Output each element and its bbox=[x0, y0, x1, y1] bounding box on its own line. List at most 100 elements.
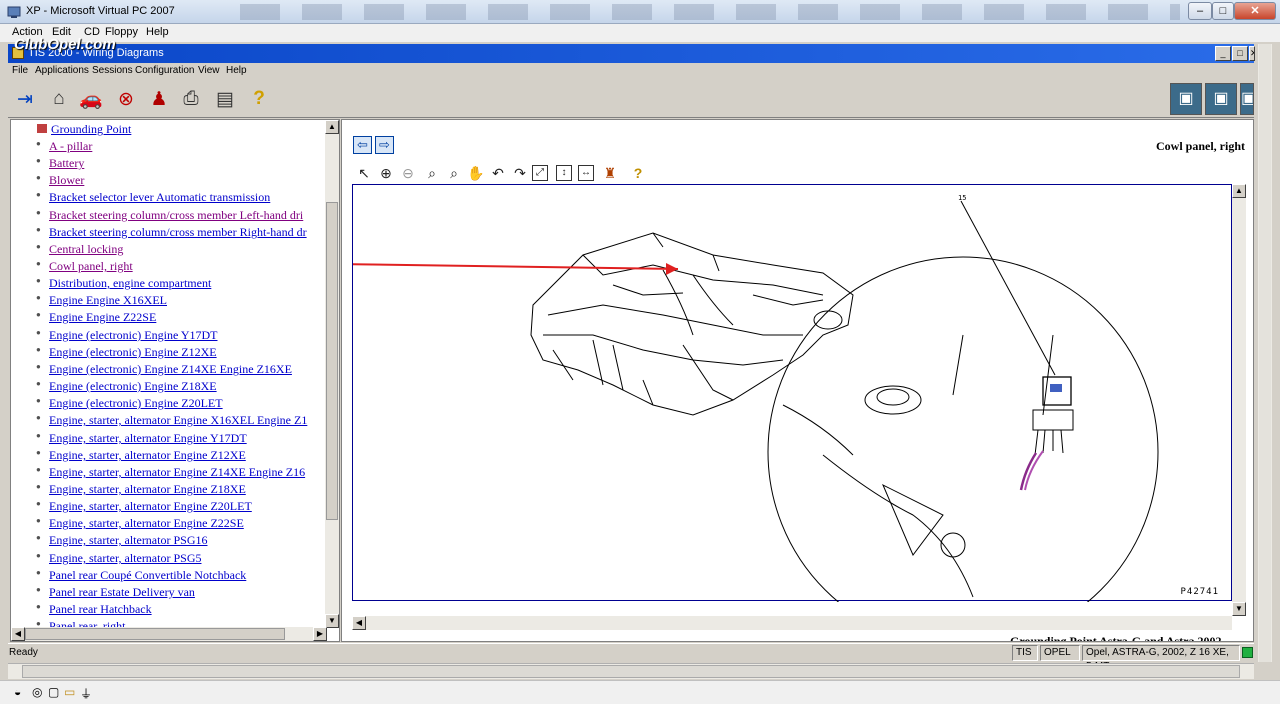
callout-number: 15 bbox=[958, 194, 967, 202]
tis-close-button[interactable]: ✕ bbox=[1249, 46, 1255, 61]
pan-icon[interactable]: ✋ bbox=[466, 163, 486, 183]
host-taskbar-ghost bbox=[240, 4, 1180, 20]
tree-scroll-thumb[interactable] bbox=[326, 202, 338, 520]
document-title: Cowl panel, right bbox=[1155, 139, 1245, 153]
navigation-tree: Grounding Point A - pillar Battery Blowe… bbox=[10, 119, 340, 642]
tis-menubar: File Applications Sessions Configuration… bbox=[8, 63, 1254, 80]
scroll-left-icon[interactable]: ◀ bbox=[11, 627, 25, 641]
vpc-vertical-scrollbar[interactable] bbox=[1258, 44, 1272, 662]
zoom-out-icon[interactable]: ⊖ bbox=[398, 163, 418, 183]
tree-item[interactable]: Central locking bbox=[36, 242, 123, 257]
service-app-icon[interactable]: ▣ bbox=[1240, 83, 1254, 115]
tree-item[interactable]: Engine (electronic) Engine Z18XE bbox=[36, 379, 217, 394]
help-icon[interactable]: ? bbox=[628, 163, 648, 183]
disk-icon: ◒ bbox=[14, 685, 22, 699]
drawing-reference: P42741 bbox=[1180, 587, 1219, 597]
watermark: ClubOpel.com bbox=[14, 36, 116, 53]
tree-item[interactable]: Engine, starter, alternator Engine Z20LE… bbox=[36, 499, 252, 514]
vpc-vscroll-track[interactable] bbox=[1259, 44, 1271, 662]
fit-page-icon[interactable]: ⤢ bbox=[532, 165, 548, 181]
maximize-button[interactable]: □ bbox=[1212, 2, 1234, 20]
home-icon[interactable]: ⌂ bbox=[46, 86, 72, 112]
menu-sessions[interactable]: Sessions bbox=[92, 65, 133, 76]
vpc-menubar: Action Edit CD Floppy Help bbox=[0, 24, 1280, 42]
tree-item[interactable]: Bracket steering column/cross member Rig… bbox=[36, 225, 307, 240]
tree-item[interactable]: Engine, starter, alternator Engine Z14XE… bbox=[36, 465, 305, 480]
diagram-viewer: ⇦ ⇨ Cowl panel, right ↖ ⊕ ⊖ ⌕ ⌕ ✋ ↶ ↷ ⤢ … bbox=[341, 119, 1254, 642]
vehicle-selection-icon[interactable]: 🚗 bbox=[78, 86, 104, 112]
rotate-right-icon[interactable]: ↷ bbox=[510, 163, 530, 183]
vpc-menu-help[interactable]: Help bbox=[146, 26, 169, 38]
component-icon[interactable]: ♜ bbox=[600, 163, 620, 183]
cancel-icon[interactable]: ⊗ bbox=[113, 86, 139, 112]
user-icon[interactable]: ♟ bbox=[146, 86, 172, 112]
tree-item[interactable]: Engine (electronic) Engine Z14XE Engine … bbox=[36, 362, 292, 377]
tree-node-grounding-point[interactable]: Grounding Point bbox=[37, 122, 131, 137]
tree-item[interactable]: Battery bbox=[36, 156, 84, 171]
tree-item[interactable]: Engine Engine Z22SE bbox=[36, 310, 156, 325]
tree-item[interactable]: Engine, starter, alternator Engine Z12XE bbox=[36, 448, 246, 463]
zoom-area-icon[interactable]: ⌕ bbox=[444, 163, 464, 183]
exit-icon[interactable]: ⇥ bbox=[12, 86, 38, 112]
tree-item[interactable]: Engine, starter, alternator PSG16 bbox=[36, 533, 208, 548]
diagnostic-app-icon[interactable]: ▣ bbox=[1170, 83, 1202, 115]
viewer-vertical-scrollbar[interactable]: ▲ ▼ bbox=[1232, 184, 1246, 616]
scroll-up-icon[interactable]: ▲ bbox=[325, 120, 339, 134]
tree-item[interactable]: Engine (electronic) Engine Z12XE bbox=[36, 345, 217, 360]
tree-item[interactable]: Engine, starter, alternator Engine Z18XE bbox=[36, 482, 246, 497]
tree-vertical-scrollbar[interactable]: ▲ ▼ bbox=[325, 120, 339, 628]
help-icon[interactable]: ? bbox=[246, 86, 272, 112]
tis-maximize-button[interactable]: □ bbox=[1232, 46, 1248, 61]
wiring-diagram-canvas[interactable]: 15 P42741 bbox=[342, 184, 1232, 641]
main-toolbar: ⇥ ⌂ 🚗 ⊗ ♟ ⎙ ▤ ? ▣ ▣ ▣ bbox=[8, 80, 1254, 118]
menu-help[interactable]: Help bbox=[226, 65, 247, 76]
scroll-left-icon[interactable]: ◀ bbox=[352, 616, 366, 630]
scroll-right-icon[interactable]: ▶ bbox=[313, 627, 327, 641]
menu-view[interactable]: View bbox=[198, 65, 220, 76]
tree-item[interactable]: Engine Engine X16XEL bbox=[36, 293, 167, 308]
tis-minimize-button[interactable]: _ bbox=[1215, 46, 1231, 61]
tree-item[interactable]: Engine (electronic) Engine Y17DT bbox=[36, 328, 217, 343]
tree-hscroll-thumb[interactable] bbox=[25, 628, 285, 640]
vpc-horizontal-scrollbar[interactable] bbox=[8, 663, 1254, 679]
rotate-left-icon[interactable]: ↶ bbox=[488, 163, 508, 183]
tree-item[interactable]: A - pillar bbox=[36, 139, 92, 154]
tree-item[interactable]: Panel rear Coupé Convertible Notchback bbox=[36, 568, 246, 583]
tree-item[interactable]: Bracket selector lever Automatic transmi… bbox=[36, 190, 270, 205]
scroll-down-icon[interactable]: ▼ bbox=[1232, 602, 1246, 616]
tree-item[interactable]: Engine, starter, alternator Engine Z22SE bbox=[36, 516, 244, 531]
vehicle-app-icon[interactable]: ▣ bbox=[1205, 83, 1237, 115]
tree-item-selected[interactable]: Cowl panel, right bbox=[36, 259, 133, 274]
tree-item[interactable]: Engine, starter, alternator PSG5 bbox=[36, 551, 202, 566]
tree-item[interactable]: Bracket steering column/cross member Lef… bbox=[36, 208, 303, 223]
network-icon: ⏚ bbox=[80, 687, 93, 701]
fit-height-icon[interactable]: ↕ bbox=[556, 165, 572, 181]
menu-file[interactable]: File bbox=[12, 65, 28, 76]
notes-icon[interactable]: ▤ bbox=[212, 86, 238, 112]
scroll-down-icon[interactable]: ▼ bbox=[325, 614, 339, 628]
tree-item[interactable]: Blower bbox=[36, 173, 84, 188]
minimize-button[interactable]: – bbox=[1188, 2, 1212, 20]
fit-width-icon[interactable]: ↔ bbox=[578, 165, 594, 181]
vpc-hscroll-thumb[interactable] bbox=[22, 665, 1240, 678]
tree-item[interactable]: Engine (electronic) Engine Z20LET bbox=[36, 396, 223, 411]
menu-configuration[interactable]: Configuration bbox=[135, 65, 194, 76]
tree-item[interactable]: Engine, starter, alternator Engine Y17DT bbox=[36, 431, 247, 446]
menu-applications[interactable]: Applications bbox=[35, 65, 89, 76]
tree-item[interactable]: Engine, starter, alternator Engine X16XE… bbox=[36, 413, 307, 428]
tree-node-label: Grounding Point bbox=[51, 122, 132, 136]
tree-horizontal-scrollbar[interactable]: ◀ ▶ bbox=[11, 627, 327, 641]
forward-button[interactable]: ⇨ bbox=[375, 136, 394, 154]
close-button[interactable]: ✕ bbox=[1234, 2, 1276, 20]
select-icon[interactable]: ↖ bbox=[354, 163, 374, 183]
zoom-icon[interactable]: ⌕ bbox=[422, 163, 442, 183]
vpc-status-icons: ◒ ◎ ▢ ▭ ⏚ bbox=[0, 680, 1280, 704]
tree-item[interactable]: Distribution, engine compartment bbox=[36, 276, 211, 291]
viewer-horizontal-scrollbar[interactable]: ◀ bbox=[352, 616, 1232, 630]
back-button[interactable]: ⇦ bbox=[353, 136, 372, 154]
zoom-in-icon[interactable]: ⊕ bbox=[376, 163, 396, 183]
tree-item[interactable]: Panel rear Estate Delivery van bbox=[36, 585, 195, 600]
scroll-up-icon[interactable]: ▲ bbox=[1232, 184, 1246, 198]
tree-item[interactable]: Panel rear Hatchback bbox=[36, 602, 152, 617]
print-icon[interactable]: ⎙ bbox=[178, 86, 204, 112]
